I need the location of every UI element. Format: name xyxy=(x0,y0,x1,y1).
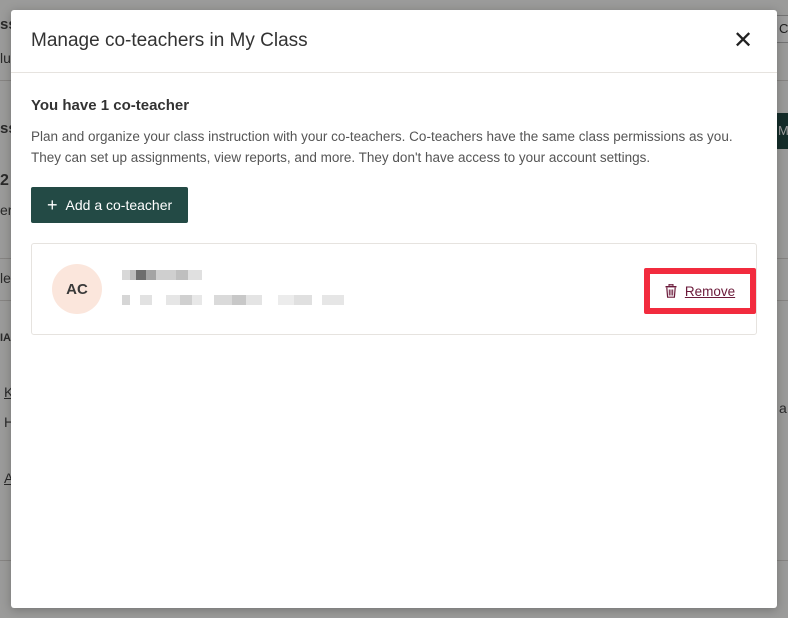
plus-icon: + xyxy=(47,195,58,215)
add-coteacher-button[interactable]: + Add a co-teacher xyxy=(31,187,189,223)
close-icon: ✕ xyxy=(732,27,754,54)
coteacher-name-redacted xyxy=(116,270,202,280)
remove-highlight-box: Remove xyxy=(644,268,756,314)
trash-icon xyxy=(665,284,677,298)
coteacher-card: AC Remove xyxy=(31,243,757,335)
avatar-initials: AC xyxy=(66,280,88,298)
remove-coteacher-button[interactable]: Remove xyxy=(650,274,750,308)
coteacher-count-heading: You have 1 co-teacher xyxy=(31,97,190,114)
add-coteacher-label: Add a co-teacher xyxy=(65,197,173,213)
coteacher-description: Plan and organize your class instruction… xyxy=(31,129,733,165)
coteacher-email-redacted xyxy=(122,295,344,305)
remove-label: Remove xyxy=(684,283,736,299)
modal-body: You have 1 co-teacher Plan and organize … xyxy=(11,73,777,335)
close-button[interactable]: ✕ xyxy=(731,27,755,55)
modal-header: Manage co-teachers in My Class ✕ xyxy=(11,10,777,73)
manage-coteachers-modal: Manage co-teachers in My Class ✕ You hav… xyxy=(11,10,777,608)
modal-title: Manage co-teachers in My Class xyxy=(31,30,308,51)
avatar: AC xyxy=(52,264,102,314)
